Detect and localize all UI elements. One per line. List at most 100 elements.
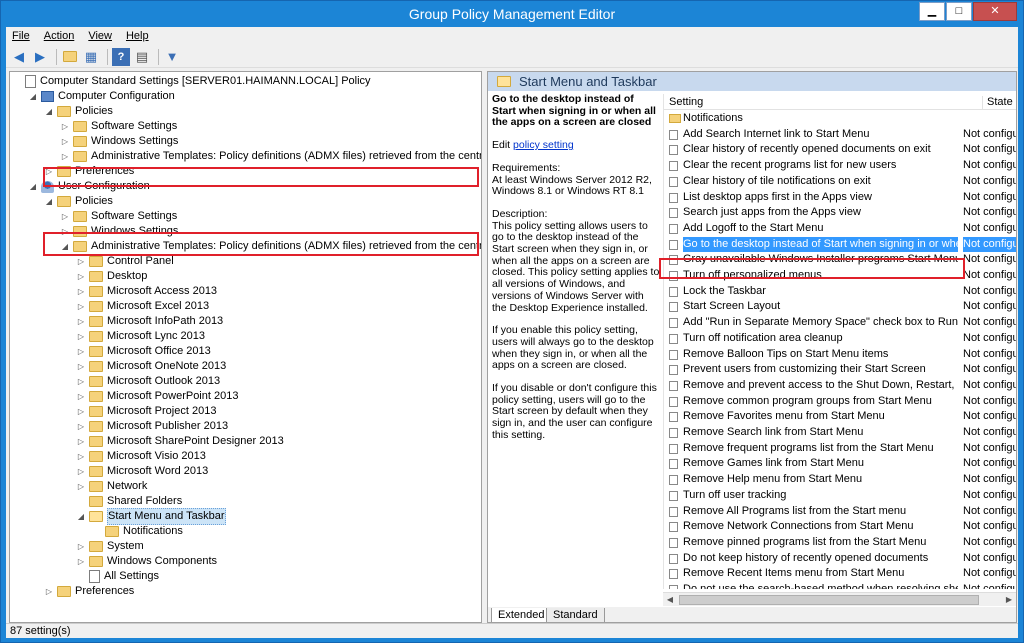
setting-row[interactable]: Remove Balloon Tips on Start Menu items N… bbox=[664, 347, 1016, 363]
expand-toggle-icon[interactable]: ▷ bbox=[76, 254, 86, 269]
tree-node[interactable]: ▷ Microsoft Publisher 2013 bbox=[76, 419, 228, 434]
tree-node[interactable]: ▷ Microsoft Excel 2013 bbox=[76, 299, 209, 314]
tree-node[interactable]: ▷ Microsoft Access 2013 bbox=[76, 284, 217, 299]
tree-node[interactable]: ◢ Start Menu and Taskbar bbox=[76, 508, 226, 525]
expand-toggle-icon[interactable]: ▷ bbox=[44, 584, 54, 599]
expand-toggle-icon[interactable]: ▷ bbox=[76, 329, 86, 344]
tree-node[interactable]: Computer Standard Settings [SERVER01.HAI… bbox=[12, 74, 371, 89]
show-hide-tree-icon[interactable]: ▦ bbox=[82, 48, 100, 66]
setting-row[interactable]: Remove Help menu from Start Menu Not conf… bbox=[664, 472, 1016, 488]
settings-list[interactable]: Setting State Notifications Add Search In… bbox=[663, 94, 1016, 589]
tab-extended[interactable]: Extended bbox=[491, 608, 552, 622]
properties-icon[interactable]: ▤ bbox=[133, 48, 151, 66]
menu-help[interactable]: Help bbox=[126, 30, 149, 42]
tree-node[interactable]: ◢ Policies bbox=[44, 104, 113, 119]
tree-node[interactable]: ▷ Microsoft PowerPoint 2013 bbox=[76, 389, 238, 404]
back-icon[interactable]: ◀ bbox=[10, 48, 28, 66]
setting-row[interactable]: Add Logoff to the Start Menu Not configur… bbox=[664, 221, 1016, 237]
minimize-button[interactable]: ▁ bbox=[919, 2, 945, 21]
setting-row[interactable]: Remove Network Connections from Start Me… bbox=[664, 519, 1016, 535]
tree-node[interactable]: ▷ Microsoft InfoPath 2013 bbox=[76, 314, 223, 329]
policy-tree[interactable]: Computer Standard Settings [SERVER01.HAI… bbox=[9, 71, 482, 623]
setting-row[interactable]: Clear the recent programs list for new u… bbox=[664, 158, 1016, 174]
tree-node[interactable]: ▷ Microsoft Visio 2013 bbox=[76, 449, 206, 464]
close-button[interactable]: ✕ bbox=[973, 2, 1017, 21]
tree-node[interactable]: ◢ Computer Configuration bbox=[28, 89, 175, 104]
expand-toggle-icon[interactable]: ▷ bbox=[76, 554, 86, 569]
setting-row[interactable]: Clear history of tile notifications on e… bbox=[664, 174, 1016, 190]
setting-row[interactable]: Turn off notification area cleanup Not co… bbox=[664, 331, 1016, 347]
maximize-button[interactable]: □ bbox=[946, 2, 972, 21]
expand-toggle-icon[interactable]: ▷ bbox=[76, 314, 86, 329]
expand-toggle-icon[interactable]: ▷ bbox=[60, 134, 70, 149]
setting-row[interactable]: Remove common program groups from Start … bbox=[664, 394, 1016, 410]
expand-toggle-icon[interactable]: ▷ bbox=[76, 284, 86, 299]
setting-row[interactable]: Go to the desktop instead of Start when … bbox=[664, 236, 1016, 253]
setting-row[interactable]: Prevent users from customizing their Sta… bbox=[664, 362, 1016, 378]
tree-node[interactable]: ▷ Microsoft Outlook 2013 bbox=[76, 374, 220, 389]
tree-node[interactable]: ▷ Microsoft Word 2013 bbox=[76, 464, 208, 479]
forward-icon[interactable]: ▶ bbox=[31, 48, 49, 66]
setting-row[interactable]: Do not use the search-based method when … bbox=[664, 582, 1016, 589]
setting-row[interactable]: Lock the Taskbar Not configured bbox=[664, 284, 1016, 300]
expand-toggle-icon[interactable]: ▷ bbox=[76, 269, 86, 284]
setting-row[interactable]: Remove Games link from Start Menu Not con… bbox=[664, 456, 1016, 472]
help-icon[interactable]: ? bbox=[112, 47, 130, 66]
menu-view[interactable]: View bbox=[88, 30, 112, 42]
expand-toggle-icon[interactable]: ◢ bbox=[28, 89, 38, 104]
expand-toggle-icon[interactable]: ▷ bbox=[76, 344, 86, 359]
tree-node[interactable]: ▷ Software Settings bbox=[60, 119, 177, 134]
tab-standard[interactable]: Standard bbox=[546, 608, 605, 622]
tree-node[interactable]: ▷ System bbox=[76, 539, 144, 554]
expand-toggle-icon[interactable]: ▷ bbox=[76, 434, 86, 449]
setting-row[interactable]: Turn off user tracking Not configured bbox=[664, 488, 1016, 504]
tree-node[interactable]: ◢ Policies bbox=[44, 194, 113, 209]
setting-row[interactable]: Remove frequent programs list from the S… bbox=[664, 441, 1016, 457]
expand-toggle-icon[interactable]: ◢ bbox=[44, 104, 54, 119]
setting-row[interactable]: Start Screen Layout Not configured bbox=[664, 299, 1016, 315]
expand-toggle-icon[interactable]: ▷ bbox=[76, 464, 86, 479]
column-setting[interactable]: Setting bbox=[669, 96, 703, 108]
tree-node[interactable]: Shared Folders bbox=[76, 494, 182, 509]
expand-toggle-icon[interactable]: ▷ bbox=[76, 449, 86, 464]
tree-node[interactable]: All Settings bbox=[76, 569, 159, 584]
menu-action[interactable]: Action bbox=[44, 30, 75, 42]
scroll-left-icon[interactable]: ◀ bbox=[663, 593, 677, 607]
tree-node[interactable]: ▷ Network bbox=[76, 479, 147, 494]
setting-row[interactable]: Search just apps from the Apps view Not c… bbox=[664, 205, 1016, 221]
expand-toggle-icon[interactable]: ▷ bbox=[76, 419, 86, 434]
tree-node[interactable]: ▷ Windows Settings bbox=[60, 134, 178, 149]
tree-node[interactable]: ▷ Microsoft Lync 2013 bbox=[76, 329, 205, 344]
setting-row[interactable]: Do not keep history of recently opened d… bbox=[664, 551, 1016, 567]
tree-node[interactable]: ▷ Control Panel bbox=[76, 254, 174, 269]
setting-row[interactable]: Add "Run in Separate Memory Space" check… bbox=[664, 315, 1016, 331]
setting-row[interactable]: List desktop apps first in the Apps view… bbox=[664, 190, 1016, 206]
tree-node[interactable]: Notifications bbox=[92, 524, 183, 539]
expand-toggle-icon[interactable]: ▷ bbox=[76, 479, 86, 494]
expand-toggle-icon[interactable]: ▷ bbox=[60, 149, 70, 164]
tree-node[interactable]: ▷ Desktop bbox=[76, 269, 147, 284]
setting-row[interactable]: Remove All Programs list from the Start … bbox=[664, 504, 1016, 520]
setting-row[interactable]: Remove Search link from Start Menu Not co… bbox=[664, 425, 1016, 441]
menu-file[interactable]: File bbox=[12, 30, 30, 42]
expand-toggle-icon[interactable]: ▷ bbox=[76, 299, 86, 314]
tree-node[interactable]: ▷ Preferences bbox=[44, 584, 134, 599]
expand-toggle-icon[interactable]: ▷ bbox=[60, 209, 70, 224]
expand-toggle-icon[interactable]: ◢ bbox=[76, 509, 86, 524]
setting-row[interactable]: Clear history of recently opened documen… bbox=[664, 142, 1016, 158]
expand-toggle-icon[interactable]: ▷ bbox=[76, 539, 86, 554]
expand-toggle-icon[interactable]: ▷ bbox=[60, 119, 70, 134]
filter-icon[interactable]: ▼ bbox=[163, 48, 181, 66]
tree-node[interactable]: ▷ Microsoft SharePoint Designer 2013 bbox=[76, 434, 284, 449]
tree-node[interactable]: ▷ Windows Components bbox=[76, 554, 217, 569]
tree-node[interactable]: ▷ Administrative Templates: Policy defini… bbox=[60, 149, 481, 164]
expand-toggle-icon[interactable]: ▷ bbox=[76, 359, 86, 374]
tree-node[interactable]: ▷ Microsoft Project 2013 bbox=[76, 404, 216, 419]
tree-node[interactable]: ▷ Software Settings bbox=[60, 209, 177, 224]
setting-row[interactable]: Add Search Internet link to Start Menu No… bbox=[664, 127, 1016, 143]
setting-row[interactable]: Remove Favorites menu from Start Menu Not… bbox=[664, 409, 1016, 425]
expand-toggle-icon[interactable]: ◢ bbox=[28, 179, 38, 194]
expand-toggle-icon[interactable]: ▷ bbox=[76, 374, 86, 389]
tree-node[interactable]: ▷ Microsoft Office 2013 bbox=[76, 344, 211, 359]
column-state[interactable]: State bbox=[982, 96, 1013, 110]
